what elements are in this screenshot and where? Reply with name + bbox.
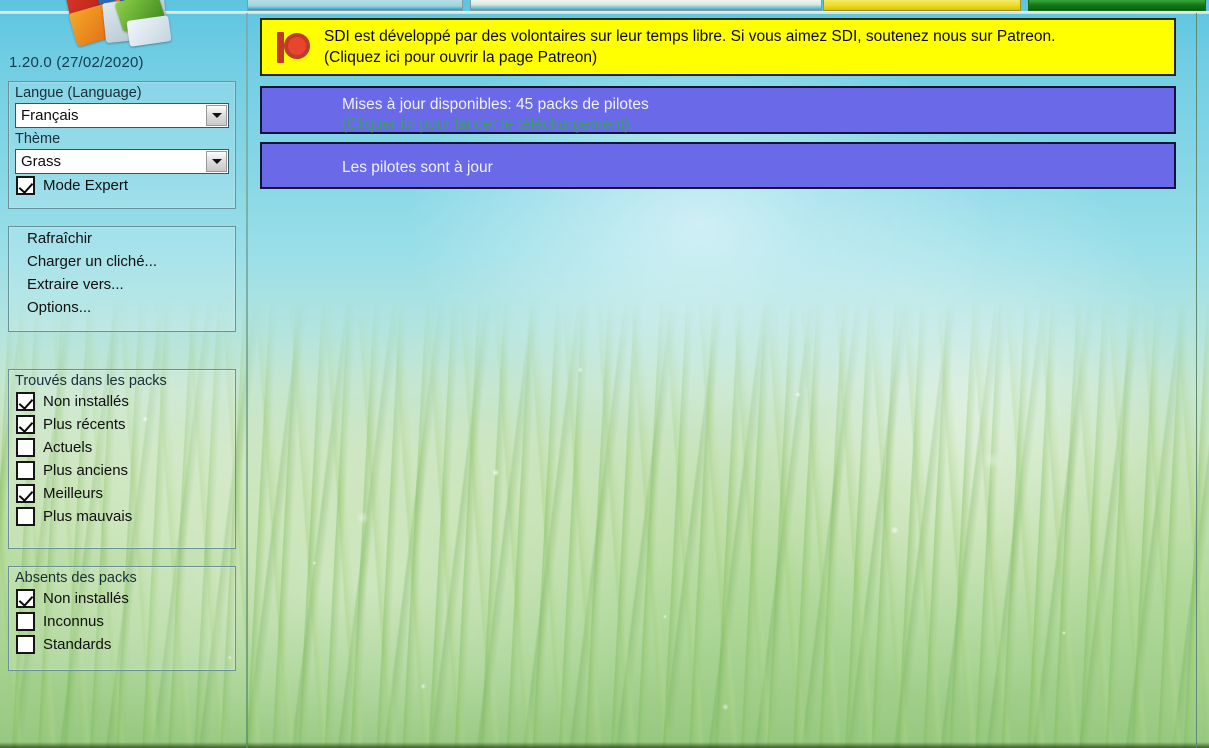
- patreon-banner-text: SDI est développé par des volontaires su…: [324, 26, 1055, 68]
- chevron-down-icon[interactable]: [206, 105, 227, 126]
- missing-from-packs-panel: Absents des packs Non installés Inconnus…: [8, 566, 236, 671]
- expert-mode-checkbox[interactable]: [16, 176, 35, 195]
- toolbar-button-1[interactable]: [247, 0, 463, 11]
- found-label-older: Plus anciens: [43, 462, 129, 479]
- missing-from-packs-title: Absents des packs: [15, 570, 137, 586]
- missing-checkbox-not-installed[interactable]: [16, 589, 35, 608]
- language-label: Langue (Language): [15, 85, 142, 101]
- found-item-newer[interactable]: Plus récents: [9, 413, 235, 436]
- sidebar: 1.20.0 (27/02/2020) Langue (Language) Fr…: [0, 0, 248, 748]
- found-item-not-installed[interactable]: Non installés: [9, 390, 235, 413]
- chevron-down-icon[interactable]: [206, 151, 227, 172]
- found-item-older[interactable]: Plus anciens: [9, 459, 235, 482]
- found-checkbox-newer[interactable]: [16, 415, 35, 434]
- settings-panel: Langue (Language) Français Thème Grass M…: [8, 81, 236, 209]
- found-in-packs-title: Trouvés dans les packs: [15, 373, 167, 389]
- missing-item-unknown[interactable]: Inconnus: [9, 610, 235, 633]
- sdi-driver-packs-icon: [60, 0, 172, 52]
- language-select[interactable]: Français: [15, 103, 229, 128]
- missing-label-not-installed: Non installés: [43, 590, 129, 607]
- action-refresh[interactable]: Rafraîchir: [9, 227, 235, 250]
- toolbar-button-2[interactable]: [470, 0, 822, 11]
- theme-label: Thème: [15, 131, 61, 147]
- expert-mode-label: Mode Expert: [43, 177, 129, 194]
- patreon-banner-line1: SDI est développé par des volontaires su…: [324, 28, 1056, 45]
- found-checkbox-older[interactable]: [16, 461, 35, 480]
- found-checkbox-current[interactable]: [16, 438, 35, 457]
- updates-available-banner[interactable]: Mises à jour disponibles: 45 packs de pi…: [260, 86, 1176, 134]
- missing-label-unknown: Inconnus: [43, 613, 104, 630]
- found-label-newer: Plus récents: [43, 416, 126, 433]
- action-extract-to[interactable]: Extraire vers...: [9, 273, 235, 296]
- missing-label-standard: Standards: [43, 636, 112, 653]
- theme-select-value: Grass: [21, 153, 62, 170]
- drivers-up-to-date-banner[interactable]: Les pilotes sont à jour: [260, 142, 1176, 189]
- patreon-banner-line2: (Cliquez ici pour ouvrir la page Patreon…: [324, 49, 598, 66]
- main-content: SDI est développé par des volontaires su…: [247, 13, 1209, 748]
- missing-checkbox-unknown[interactable]: [16, 612, 35, 631]
- found-label-current: Actuels: [43, 439, 93, 456]
- toolbar-button-3[interactable]: [823, 0, 1021, 11]
- found-label-worse: Plus mauvais: [43, 508, 133, 525]
- found-checkbox-better[interactable]: [16, 484, 35, 503]
- patreon-banner[interactable]: SDI est développé par des volontaires su…: [260, 18, 1176, 76]
- found-item-worse[interactable]: Plus mauvais: [9, 505, 235, 528]
- uptodate-banner-line1: Les pilotes sont à jour: [342, 159, 493, 176]
- language-select-value: Français: [21, 107, 79, 124]
- actions-panel: Rafraîchir Charger un cliché... Extraire…: [8, 226, 236, 332]
- found-label-better: Meilleurs: [43, 485, 104, 502]
- missing-checkbox-standard[interactable]: [16, 635, 35, 654]
- patreon-logo-icon: [275, 29, 311, 65]
- updates-banner-line2[interactable]: (Cliquer ici pour lancer le téléchargeme…: [342, 116, 630, 134]
- action-options[interactable]: Options...: [9, 296, 235, 319]
- action-load-snapshot[interactable]: Charger un cliché...: [9, 250, 235, 273]
- theme-select[interactable]: Grass: [15, 149, 229, 174]
- found-item-better[interactable]: Meilleurs: [9, 482, 235, 505]
- application-window: 1.20.0 (27/02/2020) Langue (Language) Fr…: [0, 0, 1209, 748]
- expert-mode-checkbox-row[interactable]: Mode Expert: [9, 174, 235, 197]
- version-label: 1.20.0 (27/02/2020): [9, 54, 144, 71]
- found-label-not-installed: Non installés: [43, 393, 129, 410]
- missing-item-not-installed[interactable]: Non installés: [9, 587, 235, 610]
- found-checkbox-worse[interactable]: [16, 507, 35, 526]
- found-item-current[interactable]: Actuels: [9, 436, 235, 459]
- updates-banner-line1: Mises à jour disponibles: 45 packs de pi…: [342, 96, 649, 113]
- missing-item-standard[interactable]: Standards: [9, 633, 235, 656]
- found-checkbox-not-installed[interactable]: [16, 392, 35, 411]
- toolbar-button-4[interactable]: [1028, 0, 1206, 11]
- found-in-packs-panel: Trouvés dans les packs Non installés Plu…: [8, 369, 236, 549]
